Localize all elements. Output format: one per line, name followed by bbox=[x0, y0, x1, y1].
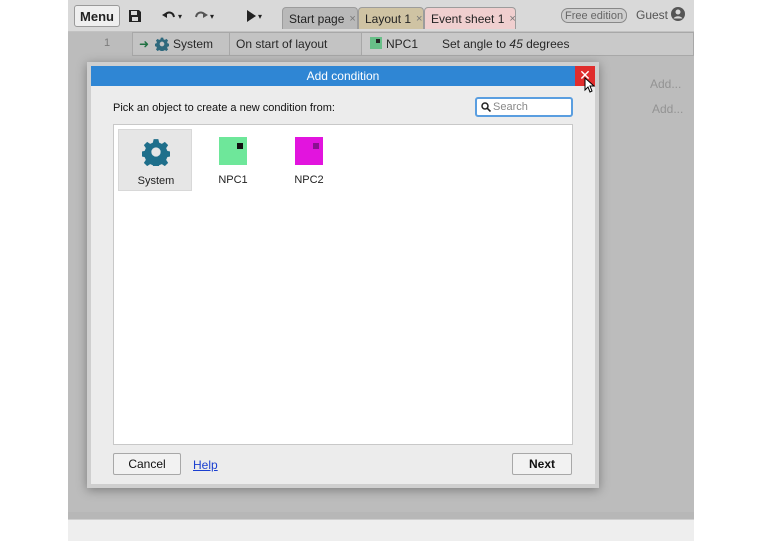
object-label: NPC1 bbox=[218, 174, 248, 186]
undo-icon[interactable]: ▾ bbox=[160, 5, 184, 27]
dialog-prompt: Pick an object to create a new condition… bbox=[113, 102, 335, 114]
object-item-npc2[interactable]: NPC2 bbox=[272, 129, 346, 191]
close-icon[interactable]: × bbox=[509, 13, 515, 25]
object-item-npc1[interactable]: NPC1 bbox=[196, 129, 270, 191]
user-label[interactable]: Guest bbox=[636, 8, 668, 22]
object-label: NPC2 bbox=[294, 174, 324, 186]
screen: Menu ▾ ▾ ▾ Start page × Layout 1 × Event… bbox=[0, 0, 763, 541]
search-input[interactable] bbox=[493, 100, 569, 114]
user-icon[interactable] bbox=[671, 7, 685, 21]
add-condition-dialog: Add condition ✕ Pick an object to create… bbox=[87, 62, 599, 488]
help-link[interactable]: Help bbox=[193, 458, 218, 472]
redo-icon[interactable]: ▾ bbox=[192, 5, 216, 27]
tab-start-page[interactable]: Start page × bbox=[282, 7, 358, 29]
search-icon bbox=[481, 102, 491, 112]
tab-layout-1[interactable]: Layout 1 × bbox=[358, 7, 424, 29]
npc1-swatch-icon bbox=[219, 137, 247, 165]
dialog-title: Add condition bbox=[91, 66, 595, 86]
npc2-swatch-icon bbox=[295, 137, 323, 165]
next-button[interactable]: Next bbox=[512, 453, 572, 475]
play-icon[interactable]: ▾ bbox=[240, 5, 268, 27]
status-bar bbox=[68, 519, 694, 541]
search-field[interactable] bbox=[475, 97, 573, 117]
tab-label: Start page bbox=[289, 11, 345, 26]
mouse-cursor-icon bbox=[584, 77, 596, 93]
object-item-system[interactable]: System bbox=[118, 129, 192, 191]
tab-event-sheet-1[interactable]: Event sheet 1 × bbox=[424, 7, 516, 29]
close-icon[interactable]: × bbox=[416, 13, 422, 25]
chevron-down-icon: ▾ bbox=[177, 11, 182, 21]
object-label: System bbox=[137, 175, 175, 187]
chevron-down-icon: ▾ bbox=[209, 11, 214, 21]
cancel-button[interactable]: Cancel bbox=[113, 453, 181, 475]
object-list[interactable]: System NPC1 NPC2 bbox=[113, 124, 573, 445]
tab-label: Layout 1 bbox=[365, 11, 412, 26]
toolbar: Menu ▾ ▾ ▾ Start page × Layout 1 × Event… bbox=[68, 0, 694, 32]
menu-button[interactable]: Menu bbox=[74, 5, 120, 27]
tab-label: Event sheet 1 bbox=[431, 11, 505, 26]
edition-badge[interactable]: Free edition bbox=[561, 8, 628, 23]
close-icon[interactable]: × bbox=[349, 13, 355, 25]
gear-icon bbox=[142, 139, 170, 166]
chevron-down-icon: ▾ bbox=[257, 11, 262, 21]
save-icon[interactable] bbox=[124, 5, 146, 27]
